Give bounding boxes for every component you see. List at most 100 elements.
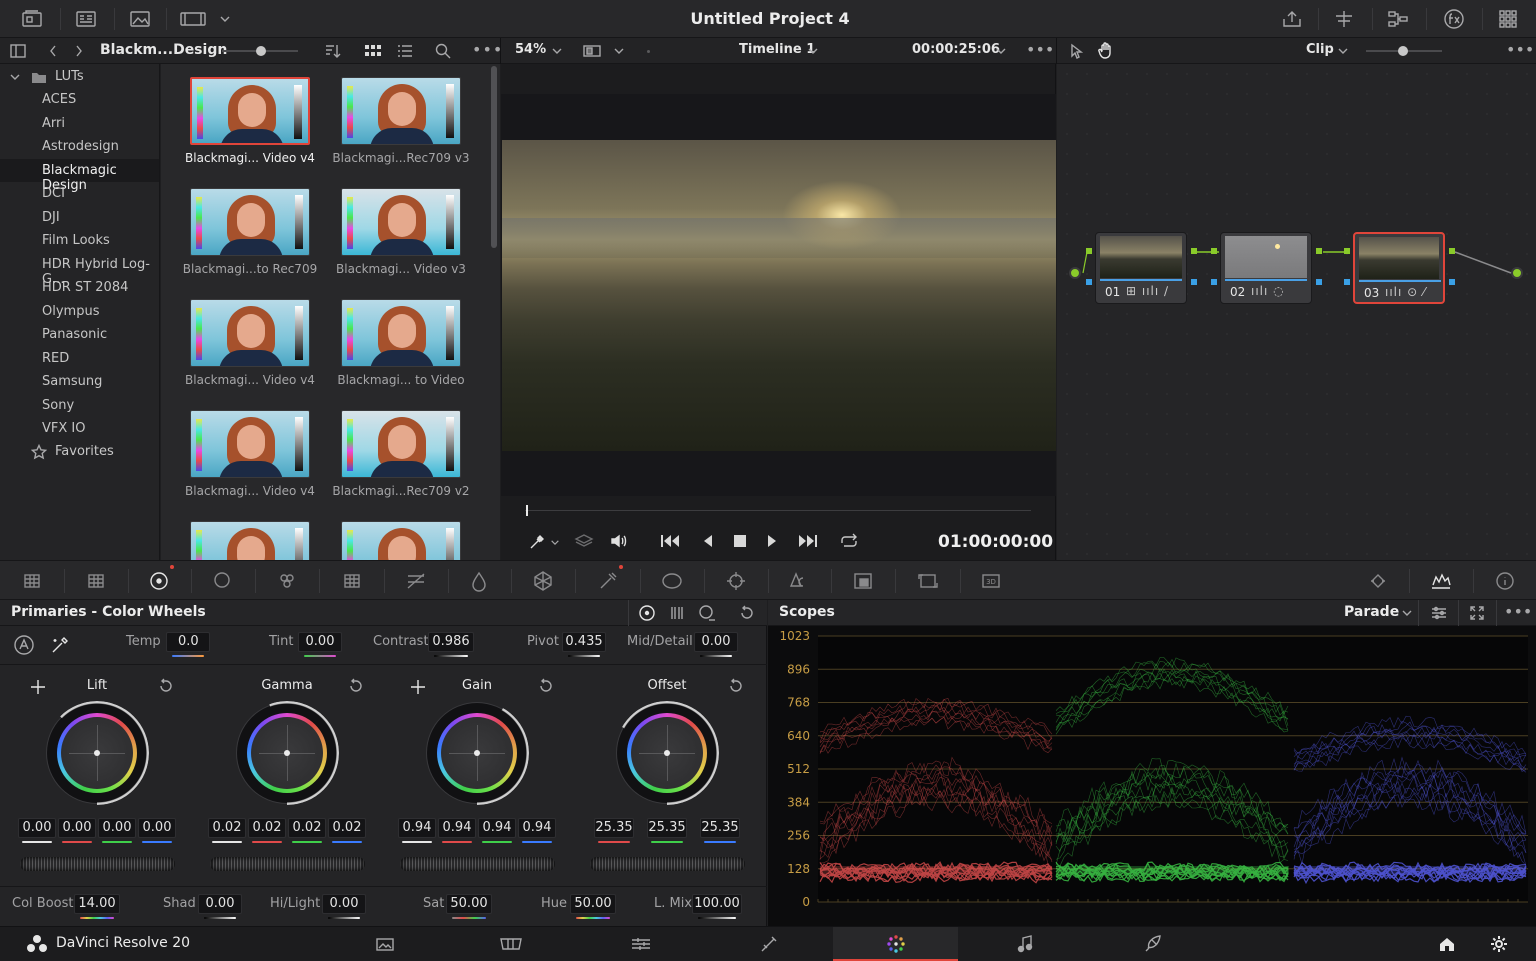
fx-icon[interactable] (1440, 7, 1468, 31)
lut-thumbnail[interactable]: Blackmagi... Video v4 (185, 299, 315, 399)
timeline-name[interactable]: Timeline 1 (739, 42, 815, 57)
viewer-mode-icon[interactable] (580, 41, 604, 61)
lut-thumbnail[interactable] (341, 521, 461, 560)
search-icon[interactable] (432, 41, 454, 61)
node-mode-selector[interactable]: Clip (1306, 42, 1334, 57)
qualifier-icon[interactable] (529, 569, 557, 593)
reset-icon[interactable] (156, 676, 176, 696)
picker-icon[interactable] (48, 633, 72, 657)
wheel-channel-field[interactable]: 0.02 (328, 818, 366, 838)
master-wheel-jog[interactable] (400, 857, 555, 871)
color-wheel[interactable] (45, 701, 149, 805)
more-options-icon[interactable]: ••• (1504, 602, 1532, 621)
wheel-channel-field[interactable]: 0.94 (518, 818, 556, 838)
chevron-down-icon[interactable] (612, 44, 626, 58)
playhead[interactable] (526, 505, 528, 516)
list-view-icon[interactable] (394, 41, 416, 61)
scope-mode-selector[interactable]: Parade (1344, 604, 1399, 620)
loop-icon[interactable] (837, 530, 861, 552)
zoom-level[interactable]: 54% (515, 42, 546, 57)
reset-icon[interactable] (536, 676, 556, 696)
node-editor[interactable]: 01 ⊞ ıılı ∕ 02 ıılı ◌ 03 ıılı ⊙ ⁄ (1057, 64, 1536, 560)
auto-balance-icon[interactable] (12, 633, 36, 657)
wheel-channel-field[interactable]: 0.00 (98, 818, 136, 838)
hue-field[interactable]: 50.00 (570, 894, 616, 914)
media-pool-icon[interactable] (18, 8, 46, 30)
wheel-channel-field[interactable]: 0.00 (138, 818, 176, 838)
scope-settings-icon[interactable] (1428, 603, 1450, 623)
chevron-down-icon[interactable] (994, 44, 1008, 58)
chevron-down-icon[interactable] (8, 70, 22, 84)
video-frame[interactable] (502, 140, 1056, 451)
tracker-icon[interactable] (658, 569, 686, 593)
thumb-size-slider[interactable] (222, 46, 298, 56)
temp-field[interactable]: 0.0 (166, 632, 210, 652)
wheel-channel-field[interactable]: 0.02 (248, 818, 286, 838)
lut-folder-item[interactable]: Astrodesign (0, 135, 159, 158)
lut-folder-item[interactable]: Blackmagic Design (0, 158, 159, 193)
pivot-field[interactable]: 0.435 (562, 632, 606, 652)
settings-icon[interactable] (1486, 933, 1512, 955)
expand-icon[interactable] (1466, 603, 1488, 623)
favorites-item[interactable]: Favorites (55, 444, 114, 459)
lut-folder-item[interactable]: Samsung (0, 370, 159, 393)
fairlight-page-icon[interactable] (1012, 933, 1038, 955)
sizing-icon[interactable] (914, 569, 942, 593)
keyframes-icon[interactable] (1364, 569, 1392, 593)
chevron-down-icon[interactable] (218, 12, 232, 26)
wheel-channel-field[interactable]: 0.00 (58, 818, 96, 838)
master-wheel-jog[interactable] (210, 857, 365, 871)
grade-node[interactable]: 03 ıılı ⊙ ⁄ (1353, 232, 1445, 304)
node-zoom-slider[interactable] (1366, 46, 1442, 56)
edit-page-icon[interactable] (628, 933, 654, 955)
motion-effects-icon[interactable] (338, 569, 366, 593)
rgb-mixer-icon[interactable] (273, 569, 301, 593)
lut-browser-icon[interactable] (126, 8, 154, 30)
forward-icon[interactable] (70, 41, 88, 61)
color-wheel[interactable] (615, 701, 719, 805)
color-wheels-mode-icon[interactable] (636, 603, 658, 623)
deliver-page-icon[interactable] (1140, 933, 1166, 955)
master-wheel-jog[interactable] (590, 857, 745, 871)
lut-folder-item[interactable]: RED (0, 347, 159, 370)
lut-folder-item[interactable]: DCI (0, 182, 159, 205)
lut-thumbnail[interactable]: Blackmagi... to Video (337, 299, 465, 399)
3d-icon[interactable]: 3D (977, 569, 1005, 593)
lut-folder-item[interactable]: Sony (0, 394, 159, 417)
reset-icon[interactable] (726, 676, 746, 696)
layers-icon[interactable] (573, 531, 595, 551)
window-icon[interactable] (594, 569, 622, 593)
wheel-channel-field[interactable]: 25.35 (594, 818, 634, 838)
lut-folder-item[interactable]: ACES (0, 88, 159, 111)
slider-handle[interactable] (256, 46, 266, 56)
skip-end-icon[interactable] (795, 530, 819, 552)
wheel-channel-field[interactable]: 0.02 (208, 818, 246, 838)
bars-mode-icon[interactable] (666, 603, 688, 623)
lut-folder-item[interactable]: DJI (0, 206, 159, 229)
lut-thumbnail[interactable]: Blackmagi... Video v4 (185, 410, 315, 510)
col-boost-field[interactable]: 14.00 (74, 894, 120, 914)
wheel-channel-field[interactable]: 0.02 (288, 818, 326, 838)
chevron-down-icon[interactable] (1336, 44, 1350, 58)
lut-folder-item[interactable]: HDR ST 2084 (0, 276, 159, 299)
l-mix-field[interactable]: 100.00 (692, 894, 742, 914)
log-mode-icon[interactable] (696, 603, 718, 623)
color-page-tab-active[interactable] (833, 927, 958, 961)
blur-icon[interactable] (785, 569, 813, 593)
chevron-down-icon[interactable] (549, 536, 561, 548)
reset-icon[interactable] (736, 603, 758, 623)
grade-node[interactable]: 02 ıılı ◌ (1220, 232, 1312, 304)
gallery-icon[interactable] (72, 8, 100, 30)
grid-view-icon[interactable] (362, 41, 384, 61)
sidebar-toggle-icon[interactable] (8, 41, 28, 61)
clips-icon[interactable] (178, 8, 210, 30)
lut-folder-item[interactable]: Panasonic (0, 323, 159, 346)
hi-light-field[interactable]: 0.00 (322, 894, 366, 914)
color-wheel[interactable] (235, 701, 339, 805)
tint-field[interactable]: 0.00 (298, 632, 342, 652)
wheel-channel-field[interactable]: 0.94 (478, 818, 516, 838)
grid-menu-icon[interactable] (1494, 8, 1522, 30)
scrollbar[interactable] (491, 66, 497, 248)
color-page-icon[interactable] (883, 933, 909, 955)
hand-icon[interactable] (1096, 41, 1116, 61)
